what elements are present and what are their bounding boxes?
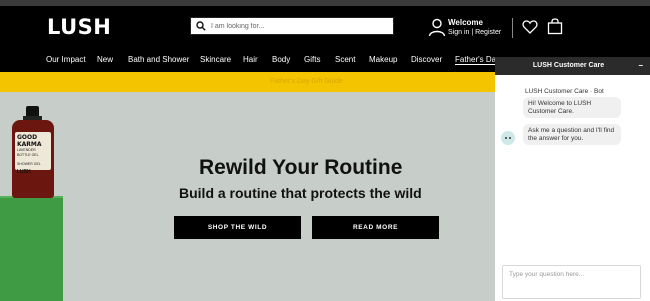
minimize-chat-button[interactable]: − bbox=[638, 61, 643, 70]
search-input[interactable] bbox=[211, 18, 391, 34]
nav-item-hair[interactable]: Hair bbox=[243, 55, 258, 64]
nav-item-scent[interactable]: Scent bbox=[335, 55, 355, 64]
search-icon[interactable] bbox=[196, 21, 206, 31]
product-type: SHOWER GEL bbox=[17, 162, 41, 166]
product-descriptor: LAVENDER BOTTLE GEL bbox=[17, 148, 39, 157]
chat-title: LUSH Customer Care bbox=[532, 62, 605, 69]
hero-title: Rewild Your Routine bbox=[199, 156, 403, 179]
hero-section: GOOD KARMA LAVENDER BOTTLE GEL SHOWER GE… bbox=[0, 92, 495, 301]
nav-item-new[interactable]: New bbox=[97, 55, 113, 64]
sign-in-register-link[interactable]: Sign in | Register bbox=[448, 28, 501, 38]
nav-item-makeup[interactable]: Makeup bbox=[369, 55, 397, 64]
site-header: LUSH Welcome Sign in | Register bbox=[0, 6, 650, 48]
header-divider bbox=[512, 18, 513, 38]
lush-logo[interactable]: LUSH bbox=[47, 15, 111, 39]
nav-item-fathers-day[interactable]: Father's Da bbox=[455, 55, 497, 65]
shop-the-wild-button[interactable]: SHOP THE WILD bbox=[174, 216, 301, 239]
welcome-label: Welcome bbox=[448, 18, 483, 27]
customer-care-chat-panel: LUSH Customer Care − LUSH Customer Care … bbox=[495, 57, 650, 301]
chat-message: Ask me a question and I'll find the answ… bbox=[523, 124, 621, 145]
chat-message: Hi! Welcome to LUSH Customer Care. bbox=[523, 97, 621, 118]
nav-item-body[interactable]: Body bbox=[272, 55, 290, 64]
green-pedestal bbox=[0, 198, 63, 301]
chat-sender-label: LUSH Customer Care · Bot bbox=[525, 88, 604, 95]
bottle-label: GOOD KARMA LAVENDER BOTTLE GEL SHOWER GE… bbox=[15, 132, 51, 175]
account-welcome[interactable]: Welcome Sign in | Register bbox=[448, 18, 501, 38]
nav-item-skincare[interactable]: Skincare bbox=[200, 55, 231, 64]
chat-header: LUSH Customer Care − bbox=[495, 57, 650, 75]
bot-avatar-eye-left bbox=[505, 137, 507, 139]
nav-item-discover[interactable]: Discover bbox=[411, 55, 442, 64]
nav-item-gifts[interactable]: Gifts bbox=[304, 55, 320, 64]
shopping-bag-icon[interactable] bbox=[547, 18, 563, 35]
bot-avatar-eye-right bbox=[509, 137, 511, 139]
heart-icon[interactable] bbox=[522, 19, 538, 35]
promo-banner-text[interactable]: Father's Day Gift Guide bbox=[270, 78, 343, 85]
chat-question-input[interactable] bbox=[503, 266, 640, 298]
search-bar[interactable] bbox=[190, 17, 394, 35]
nav-item-bath-and-shower[interactable]: Bath and Shower bbox=[128, 55, 189, 64]
account-icon[interactable] bbox=[427, 17, 447, 37]
promo-banner[interactable]: Father's Day Gift Guide bbox=[0, 72, 495, 92]
product-brand: LUSH bbox=[17, 169, 31, 175]
nav-item-our-impact[interactable]: Our Impact bbox=[46, 55, 86, 64]
hero-subtitle: Build a routine that protects the wild bbox=[179, 185, 422, 201]
product-name: GOOD KARMA bbox=[17, 134, 42, 148]
product-bottle-image[interactable]: GOOD KARMA LAVENDER BOTTLE GEL SHOWER GE… bbox=[10, 106, 55, 198]
chat-input-box[interactable] bbox=[502, 265, 641, 299]
bot-avatar-icon bbox=[501, 131, 515, 145]
read-more-button[interactable]: READ MORE bbox=[312, 216, 439, 239]
